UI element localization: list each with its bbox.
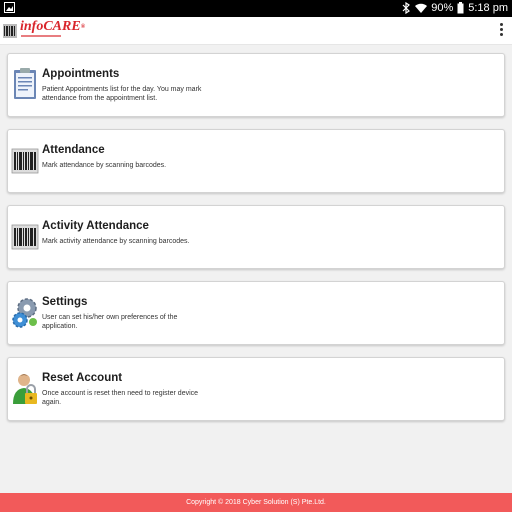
gears-icon	[12, 298, 37, 328]
user-lock-icon	[13, 374, 37, 404]
logo-text: infoCARE®	[20, 19, 85, 35]
battery-percent: 90%	[431, 2, 454, 14]
barcode-scanner-icon	[11, 148, 39, 174]
battery-icon	[457, 2, 464, 14]
menu-item-description: Mark attendance by scanning barcodes.	[42, 162, 167, 169]
menu-item-title: Attendance	[42, 144, 105, 156]
menu-item-attendance[interactable]: Attendance Mark attendance by scanning b…	[7, 129, 505, 193]
menu-item-description: Mark activity attendance by scanning bar…	[42, 238, 190, 245]
menu-item-title: Reset Account	[42, 372, 123, 384]
menu-item-title: Settings	[42, 296, 88, 308]
clipboard-icon	[14, 68, 36, 99]
menu-item-title: Appointments	[42, 68, 120, 80]
logo-tagline-decoration	[21, 35, 61, 37]
menu-item-description: Once account is reset then need to regis…	[42, 390, 199, 406]
copyright-text: Copyright © 2018 Cyber Solution (S) Pte.…	[186, 499, 326, 506]
overflow-menu-button[interactable]	[496, 21, 506, 41]
menu-item-activity-attendance[interactable]: Activity Attendance Mark activity attend…	[7, 205, 505, 269]
menu-item-description: Patient Appointments list for the day. Y…	[42, 86, 202, 102]
logo-registered-mark: ®	[80, 24, 86, 30]
menu-item-reset-account[interactable]: Reset Account Once account is reset then…	[7, 357, 505, 421]
footer: Copyright © 2018 Cyber Solution (S) Pte.…	[0, 493, 512, 512]
status-bar: 90% 5:18 pm	[0, 0, 512, 17]
overflow-dot	[499, 28, 503, 31]
logo-wordmark: infoCARE	[20, 19, 81, 34]
menu-item-appointments[interactable]: Appointments Patient Appointments list f…	[7, 53, 505, 117]
app-logo: infoCARE®	[3, 19, 85, 43]
clock: 5:18 pm	[468, 2, 508, 14]
bluetooth-muted-icon	[402, 2, 411, 14]
menu-list: Appointments Patient Appointments list f…	[7, 53, 505, 433]
overflow-dot	[499, 33, 503, 36]
gallery-notification-icon	[4, 2, 15, 13]
barcode-scanner-icon	[11, 224, 39, 250]
menu-item-settings[interactable]: Settings User can set his/her own prefer…	[7, 281, 505, 345]
overflow-dot	[499, 23, 503, 26]
logo-barcode-icon	[3, 24, 17, 38]
wifi-icon	[415, 3, 428, 13]
menu-item-description: User can set his/her own preferences of …	[42, 314, 178, 330]
menu-item-title: Activity Attendance	[42, 220, 149, 232]
app-bar: infoCARE®	[0, 17, 512, 45]
